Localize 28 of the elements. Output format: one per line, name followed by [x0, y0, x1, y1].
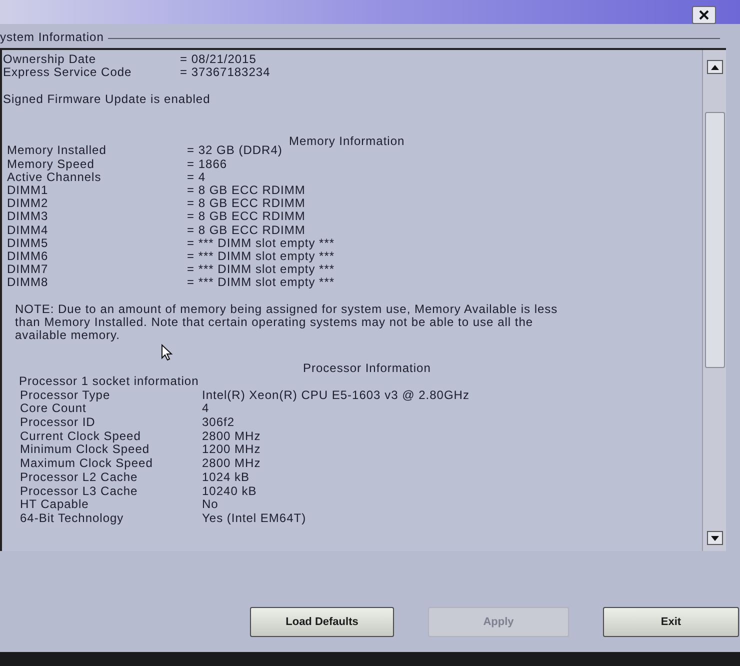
- field-label: Maximum Clock Speed: [20, 456, 154, 472]
- scroll-up-button[interactable]: [706, 60, 722, 74]
- field-label: Express Service Code: [3, 65, 133, 82]
- close-icon: [699, 10, 709, 20]
- field-label: Memory Speed: [7, 156, 96, 172]
- field-label: Minimum Clock Speed: [20, 442, 151, 458]
- action-button[interactable]: Load Defaults: [250, 607, 394, 637]
- scrollbar-thumb[interactable]: [704, 112, 724, 368]
- section-heading: Memory Information: [289, 132, 405, 150]
- caret-down-icon: [710, 536, 718, 540]
- caret-up-icon: [710, 64, 718, 70]
- field-label: 64-Bit Technology: [20, 510, 125, 527]
- scroll-down-button[interactable]: [706, 531, 722, 545]
- mouse-cursor-icon: [161, 344, 173, 361]
- field-value: 4: [202, 401, 210, 417]
- field-value: = *** DIMM slot empty ***: [187, 248, 335, 264]
- close-button[interactable]: [692, 6, 716, 24]
- field-value: Intel(R) Xeon(R) CPU E5-1603 v3 @ 2.80GHz: [202, 386, 470, 404]
- group-title: ystem Information: [0, 29, 105, 46]
- field-value: = *** DIMM slot empty ***: [187, 275, 335, 292]
- field-label: HT Capable: [20, 496, 90, 513]
- section-heading: Processor Information: [303, 360, 431, 377]
- status-text: Signed Firmware Update is enabled: [3, 91, 210, 108]
- field-label: Memory Installed: [7, 142, 108, 159]
- field-label: Ownership Date: [3, 50, 98, 67]
- field-value: = *** DIMM slot empty ***: [187, 262, 335, 277]
- action-button[interactable]: Exit: [603, 607, 739, 637]
- note-text: NOTE: Due to an amount of memory being assigned for system use, Memory Available is less than Memory Installed. Note that certain operating systems may not be able to use all the available memory.: [15, 302, 559, 342]
